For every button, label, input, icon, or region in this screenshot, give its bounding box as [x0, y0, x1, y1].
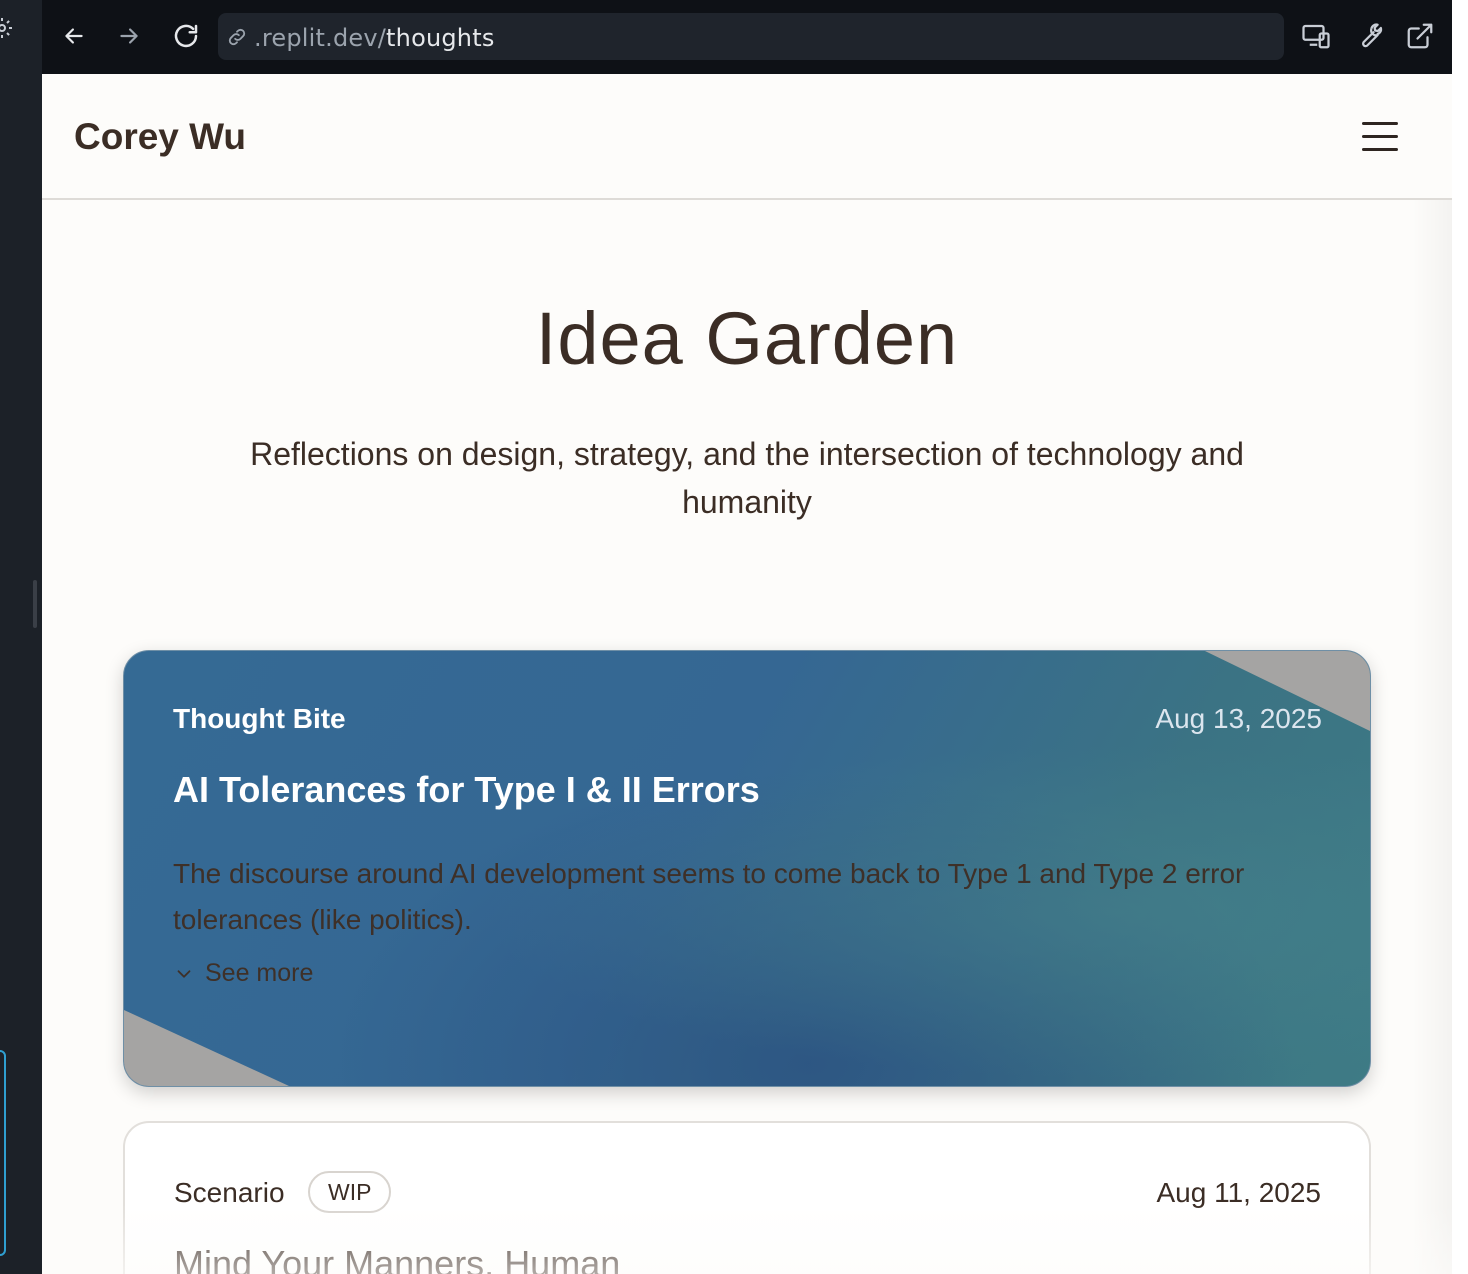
arrow-left-icon: [65, 28, 83, 44]
see-more-label: See more: [205, 959, 314, 987]
menu-icon: [1362, 135, 1398, 138]
chevron-down-icon: [177, 969, 191, 978]
external-link-icon: [1407, 23, 1433, 49]
resize-handle[interactable]: [33, 580, 37, 628]
card-title[interactable]: Mind Your Manners, Human: [174, 1243, 620, 1274]
link-icon: [228, 28, 246, 46]
reload-icon: [174, 24, 198, 48]
back-button[interactable]: [56, 18, 92, 54]
card-corner-decoration: [124, 1010, 289, 1086]
site-brand[interactable]: Corey Wu: [74, 116, 246, 158]
url-bar[interactable]: .replit.dev/thoughts: [218, 13, 1284, 60]
reload-button[interactable]: [168, 18, 204, 54]
card-excerpt: The discourse around AI development seem…: [173, 858, 1245, 935]
see-more-button[interactable]: See more: [173, 959, 313, 988]
status-badge: WIP: [308, 1171, 392, 1213]
card-title[interactable]: AI Tolerances for Type I & II Errors: [173, 769, 760, 811]
page-title: Idea Garden: [535, 297, 959, 380]
open-external-button[interactable]: [1402, 18, 1438, 54]
gear-icon[interactable]: [0, 16, 14, 40]
forward-button[interactable]: [111, 18, 147, 54]
devices-icon: [1302, 24, 1330, 49]
page-subtitle: Reflections on design, strategy, and the…: [250, 436, 1244, 520]
url-text: .replit.dev/thoughts: [254, 24, 495, 52]
url-domain: .replit.dev/: [254, 24, 387, 52]
arrow-right-icon: [120, 28, 138, 44]
url-path: thoughts: [386, 24, 495, 52]
hamburger-menu-button[interactable]: [1360, 120, 1400, 154]
wrench-icon: [1362, 23, 1383, 48]
card-date: Aug 13, 2025: [1155, 703, 1322, 734]
page-viewport: Corey Wu Idea Garden Reflections on desi…: [42, 74, 1452, 1274]
devtools-button[interactable]: [1350, 18, 1386, 54]
thought-card[interactable]: Thought Bite Aug 13, 2025 AI Tolerances …: [123, 650, 1371, 1087]
card-date: Aug 11, 2025: [1156, 1177, 1321, 1208]
menu-icon: [1362, 122, 1398, 125]
site-header: Corey Wu: [42, 74, 1452, 200]
browser-toolbar: .replit.dev/thoughts: [42, 0, 1452, 74]
window-frame: [1452, 0, 1468, 1274]
thought-card[interactable]: Scenario WIP Aug 11, 2025 Mind Your Mann…: [123, 1121, 1371, 1274]
menu-icon: [1362, 148, 1398, 151]
devices-button[interactable]: [1298, 18, 1334, 54]
card-category: Thought Bite: [173, 703, 346, 734]
ide-left-panel: [0, 0, 42, 1274]
card-category: Scenario: [174, 1177, 285, 1208]
side-panel-edge: [0, 1050, 6, 1256]
